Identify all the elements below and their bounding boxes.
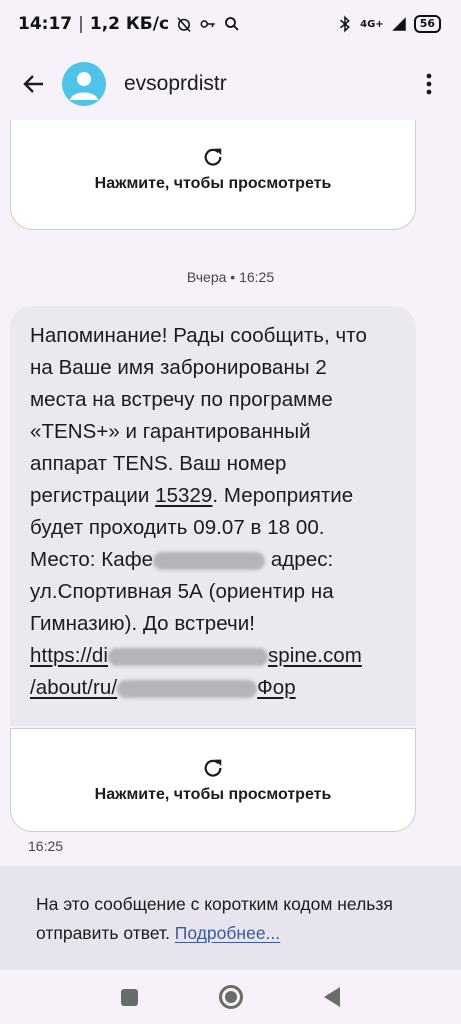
message-bubble[interactable]: Напоминание! Рады сообщить, что на Ваше …: [10, 306, 416, 726]
conversation-area[interactable]: Нажмите, чтобы просмотреть Вчера • 16:25…: [0, 120, 461, 855]
refresh-icon: [204, 148, 222, 166]
status-left: 14:17 | 1,2 КБ/с: [18, 14, 241, 34]
message-line: на Ваше имя забронированы 2: [30, 356, 327, 379]
status-bar: 14:17 | 1,2 КБ/с 4G+ 56: [0, 0, 461, 48]
url-link[interactable]: Фор: [257, 676, 296, 699]
redacted-area: [153, 551, 266, 570]
registration-number-link[interactable]: 15329: [155, 484, 212, 507]
message-line: места на встречу по программе: [30, 388, 333, 411]
message-line: аппарат TENS. Ваш номер: [30, 452, 287, 475]
message-line: /about/ru/Фор: [30, 672, 398, 704]
bluetooth-icon: [340, 15, 351, 33]
app-bar: evsoprdistr: [0, 48, 461, 120]
date-separator: Вчера • 16:25: [186, 269, 275, 285]
url-link[interactable]: /about/ru/: [30, 676, 117, 699]
message-line: https://di spine.com: [30, 640, 398, 672]
message-line: Гимназию). До встречи!: [30, 612, 255, 635]
search-icon: [225, 17, 239, 31]
url-link[interactable]: spine.com: [268, 644, 362, 667]
home-icon: [224, 991, 237, 1003]
message-timestamp: 16:25: [28, 838, 64, 854]
message-line: Напоминание! Рады сообщить, что: [30, 324, 367, 347]
status-time: 14:17: [18, 14, 73, 34]
signal-icon: [391, 17, 406, 31]
message-text-segment: адрес:: [265, 548, 334, 571]
network-type: 4G+: [360, 18, 384, 30]
arrow-back-icon: [23, 75, 43, 93]
message-text-segment: регистрации: [30, 484, 156, 507]
tap-to-view-label: Нажмите, чтобы просмотреть: [94, 174, 332, 192]
learn-more-link[interactable]: Подробнее...: [175, 923, 280, 943]
refresh-icon: [204, 759, 222, 777]
conversation-title: evsoprdistr: [124, 72, 227, 95]
alarm-off-icon: [177, 17, 191, 32]
notice-text: На это сообщение с коротким кодом нельзя…: [36, 890, 425, 948]
url-link[interactable]: https://di: [30, 644, 108, 667]
contact-avatar[interactable]: [62, 62, 106, 106]
message-line: будет проходить 09.07 в 18 00.: [30, 516, 325, 539]
short-code-notice: На это сообщение с коротким кодом нельзя…: [0, 866, 461, 970]
home-button[interactable]: [218, 985, 243, 1009]
back-nav-button[interactable]: [324, 987, 341, 1007]
mms-attachment-card[interactable]: Нажмите, чтобы просмотреть: [10, 728, 416, 832]
battery-indicator: 56: [413, 15, 441, 33]
redacted-area: [117, 679, 258, 698]
more-options-button[interactable]: [409, 62, 449, 106]
tap-to-view-label: Нажмите, чтобы просмотреть: [94, 786, 332, 803]
redacted-area: [108, 647, 268, 666]
vpn-key-icon: [200, 20, 215, 28]
message-line: «TENS+» и гарантированный: [30, 420, 311, 443]
status-right: 4G+ 56: [336, 15, 441, 33]
back-button[interactable]: [12, 62, 56, 106]
message-line: регистрации 15329. Мероприятие: [30, 480, 398, 512]
message-text-segment: . Мероприятие: [212, 484, 354, 507]
message-line: ул.Спортивная 5А (ориентир на: [30, 580, 334, 603]
person-icon: [70, 72, 98, 100]
message-line: Место: Кафе адрес:: [30, 544, 398, 576]
message-text: Напоминание! Рады сообщить, что на Ваше …: [30, 320, 398, 704]
recents-button[interactable]: [120, 988, 138, 1006]
mms-attachment-card[interactable]: Нажмите, чтобы просмотреть: [10, 120, 416, 230]
system-nav-bar: [0, 970, 461, 1024]
status-separator: |: [78, 14, 84, 34]
message-text-segment: Место: Кафе: [30, 548, 154, 571]
more-vert-icon: [426, 73, 432, 95]
network-speed: 1,2 КБ/с: [89, 14, 170, 34]
